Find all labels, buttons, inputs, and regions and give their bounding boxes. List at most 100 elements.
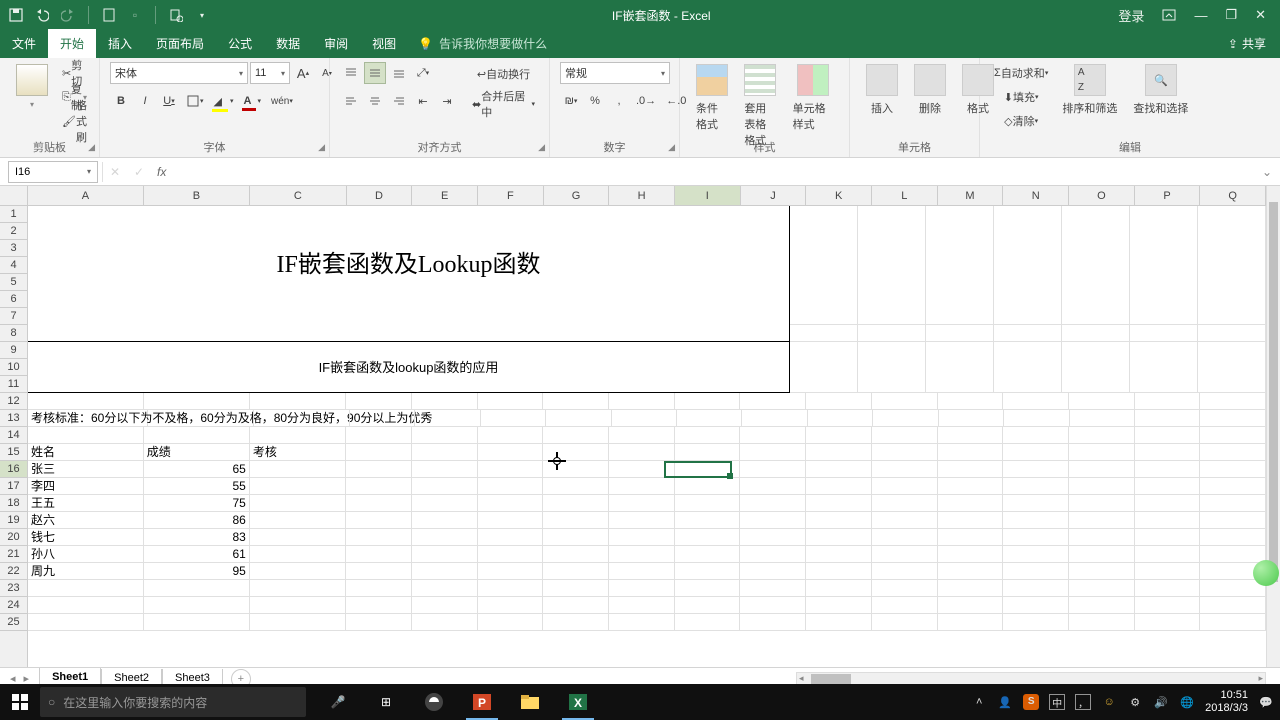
paste-button[interactable]: ▾ <box>10 62 54 111</box>
tb-mic-icon[interactable]: 🎤 <box>316 684 360 720</box>
tray-comma-icon[interactable]: ， <box>1075 694 1091 710</box>
row-header-12[interactable]: 12 <box>0 393 27 410</box>
row-header-10[interactable]: 10 <box>0 359 27 376</box>
align-center-button[interactable] <box>364 90 386 112</box>
tab-insert[interactable]: 插入 <box>96 29 144 58</box>
expand-formula-icon[interactable]: ⌄ <box>1260 165 1280 179</box>
align-launcher[interactable]: ◢ <box>538 142 545 153</box>
col-header-L[interactable]: L <box>872 186 938 205</box>
col-header-J[interactable]: J <box>741 186 807 205</box>
score-cell[interactable]: 75 <box>144 495 250 512</box>
insert-cells-button[interactable]: 插入 <box>860 62 904 118</box>
formula-input[interactable] <box>172 161 1260 183</box>
col-header-I[interactable]: I <box>675 186 741 205</box>
autosum-button[interactable]: Σ自动求和▾ <box>990 62 1052 84</box>
tray-people-icon[interactable]: 👤 <box>997 694 1013 710</box>
tab-file[interactable]: 文件 <box>0 29 48 58</box>
row-header-22[interactable]: 22 <box>0 563 27 580</box>
minimize-icon[interactable]: — <box>1194 8 1207 23</box>
comma-button[interactable]: , <box>608 90 630 112</box>
row-header-4[interactable]: 4 <box>0 257 27 274</box>
print-preview-icon[interactable] <box>168 7 184 23</box>
phonetic-button[interactable]: wén▾ <box>267 90 297 112</box>
row-header-8[interactable]: 8 <box>0 325 27 342</box>
taskbar-search[interactable]: ○在这里输入你要搜索的内容 <box>40 687 306 717</box>
row-header-21[interactable]: 21 <box>0 546 27 563</box>
percent-button[interactable]: % <box>584 90 606 112</box>
name-cell[interactable]: 王五 <box>28 495 144 512</box>
col-header-M[interactable]: M <box>938 186 1004 205</box>
border-button[interactable]: ▾ <box>182 90 208 112</box>
row-header-17[interactable]: 17 <box>0 478 27 495</box>
row-header-13[interactable]: 13 <box>0 410 27 427</box>
cancel-formula-button[interactable]: ✕ <box>103 161 127 183</box>
tab-layout[interactable]: 页面布局 <box>144 29 216 58</box>
fill-color-button[interactable]: ◢▾ <box>210 90 238 112</box>
accounting-button[interactable]: ₪▾ <box>560 90 582 112</box>
row-header-15[interactable]: 15 <box>0 444 27 461</box>
col-header-P[interactable]: P <box>1135 186 1201 205</box>
italic-button[interactable]: I <box>134 90 156 112</box>
number-launcher[interactable]: ◢ <box>668 142 675 153</box>
bold-button[interactable]: B <box>110 90 132 112</box>
row-header-5[interactable]: 5 <box>0 274 27 291</box>
vertical-scrollbar[interactable] <box>1266 186 1280 667</box>
ribbon-options-icon[interactable] <box>1162 9 1176 21</box>
inc-decimal-button[interactable]: .0→ <box>632 90 660 112</box>
score-cell[interactable]: 65 <box>144 461 250 478</box>
tb-taskview-icon[interactable]: ⊞ <box>364 684 408 720</box>
font-launcher[interactable]: ◢ <box>318 142 325 153</box>
row-header-23[interactable]: 23 <box>0 580 27 597</box>
col-header-Q[interactable]: Q <box>1200 186 1266 205</box>
orientation-button[interactable]: ⤢▾ <box>412 62 434 84</box>
row-header-1[interactable]: 1 <box>0 206 27 223</box>
col-header-H[interactable]: H <box>609 186 675 205</box>
score-cell[interactable]: 86 <box>144 512 250 529</box>
row-header-18[interactable]: 18 <box>0 495 27 512</box>
name-cell[interactable]: 赵六 <box>28 512 144 529</box>
align-top-button[interactable] <box>340 62 362 84</box>
save-icon[interactable] <box>8 7 24 23</box>
col-header-O[interactable]: O <box>1069 186 1135 205</box>
assistant-bubble[interactable] <box>1253 560 1279 586</box>
select-all-corner[interactable] <box>0 186 28 206</box>
row-header-19[interactable]: 19 <box>0 512 27 529</box>
clipboard-launcher[interactable]: ◢ <box>88 142 95 153</box>
score-cell[interactable]: 83 <box>144 529 250 546</box>
score-cell[interactable]: 61 <box>144 546 250 563</box>
tray-ime-icon[interactable]: 中 <box>1049 694 1065 710</box>
tab-review[interactable]: 审阅 <box>312 29 360 58</box>
close-icon[interactable]: ✕ <box>1255 7 1266 23</box>
number-format-combo[interactable]: 常规▾ <box>560 62 670 84</box>
grow-font-button[interactable]: A▴ <box>292 62 314 84</box>
align-middle-button[interactable] <box>364 62 386 84</box>
col-header-C[interactable]: C <box>250 186 347 205</box>
main-title-cell[interactable]: IF嵌套函数及Lookup函数 <box>28 206 790 325</box>
share-button[interactable]: ⇪共享 <box>1214 29 1280 58</box>
tray-volume-icon[interactable]: 🔊 <box>1153 694 1169 710</box>
tab-view[interactable]: 视图 <box>360 29 408 58</box>
tray-smile-icon[interactable]: ☺ <box>1101 694 1117 710</box>
col-header-G[interactable]: G <box>544 186 610 205</box>
tb-excel-icon[interactable]: X <box>556 684 600 720</box>
row-header-9[interactable]: 9 <box>0 342 27 359</box>
indent-inc-button[interactable]: ⇥ <box>436 90 458 112</box>
fx-button[interactable]: fx <box>151 165 172 179</box>
tray-up-icon[interactable]: ˄ <box>971 694 987 710</box>
name-box[interactable]: I16▾ <box>8 161 98 183</box>
col-header-K[interactable]: K <box>806 186 872 205</box>
wrap-text-button[interactable]: ↩自动换行 <box>468 62 539 86</box>
name-cell[interactable]: 李四 <box>28 478 144 495</box>
cond-format-button[interactable]: 条件格式 <box>690 62 734 134</box>
row-header-24[interactable]: 24 <box>0 597 27 614</box>
row-header-7[interactable]: 7 <box>0 308 27 325</box>
name-cell[interactable]: 张三 <box>28 461 144 478</box>
tab-data[interactable]: 数据 <box>264 29 312 58</box>
login-link[interactable]: 登录 <box>1118 6 1144 25</box>
find-select-button[interactable]: 🔍查找和选择 <box>1127 62 1194 118</box>
redo-icon[interactable] <box>60 7 76 23</box>
cells-area[interactable]: IF嵌套函数及Lookup函数 IF嵌套函数及lookup函数的应用 考核标准：… <box>28 206 1266 667</box>
score-cell[interactable]: 95 <box>144 563 250 580</box>
col-header-A[interactable]: A <box>28 186 144 205</box>
name-cell[interactable]: 钱七 <box>28 529 144 546</box>
